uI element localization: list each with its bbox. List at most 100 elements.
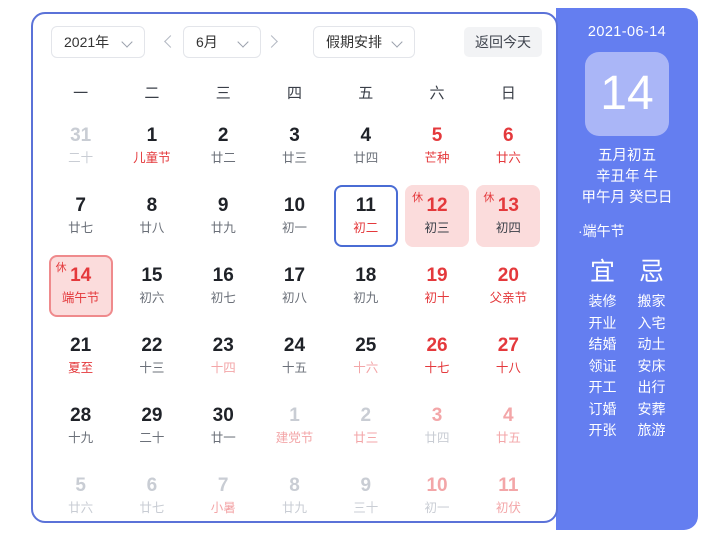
calendar-app: 2021-06-14 14 五月初五 辛丑年 牛 甲午月 癸巳日 ·端午节 宜 … <box>0 0 706 544</box>
detail-day-number: 14 <box>600 67 654 120</box>
day-cell[interactable]: 8 廿九 <box>262 465 326 527</box>
day-number: 20 <box>497 265 519 286</box>
yi-item: 结婚 <box>588 336 617 352</box>
day-cell[interactable]: 7 廿七 <box>49 185 113 247</box>
day-lunar-label: 廿六 <box>495 151 521 165</box>
day-number: 14 <box>70 265 92 286</box>
ji-item: 动土 <box>637 336 666 352</box>
day-cell[interactable]: 3 廿四 <box>405 395 469 457</box>
day-lunar-label: 儿童节 <box>133 151 171 165</box>
day-cell[interactable]: 26 十七 <box>405 325 469 387</box>
day-lunar-label: 廿三 <box>353 431 379 445</box>
detail-day-box: 14 <box>585 52 669 136</box>
day-lunar-label: 廿四 <box>353 151 379 165</box>
day-cell[interactable]: 1 建党节 <box>262 395 326 457</box>
day-cell[interactable]: 31 二十 <box>49 115 113 177</box>
day-cell[interactable]: 5 芒种 <box>405 115 469 177</box>
prev-month-button[interactable] <box>157 27 183 57</box>
day-cell[interactable]: 29 二十 <box>120 395 184 457</box>
day-lunar-label: 初七 <box>210 291 236 305</box>
day-cell[interactable]: 24 十五 <box>262 325 326 387</box>
day-cell[interactable]: 1 儿童节 <box>120 115 184 177</box>
day-cell[interactable]: 25 十六 <box>334 325 398 387</box>
rest-day-badge: 休 <box>55 262 67 274</box>
yi-item: 领证 <box>588 357 617 374</box>
day-cell[interactable]: 27 十八 <box>476 325 540 387</box>
day-number: 15 <box>141 265 163 286</box>
back-to-today-button[interactable]: 返回今天 <box>464 27 542 57</box>
detail-lunar-date: 五月初五 <box>598 148 656 164</box>
day-cell[interactable]: 3 廿三 <box>262 115 326 177</box>
day-cell[interactable]: 17 初八 <box>262 255 326 317</box>
day-cell[interactable]: 19 初十 <box>405 255 469 317</box>
day-cell[interactable]: 15 初六 <box>120 255 184 317</box>
day-lunar-label: 初八 <box>281 291 307 305</box>
day-cell[interactable]: 6 廿七 <box>120 465 184 527</box>
day-cell[interactable]: 18 初九 <box>334 255 398 317</box>
chevron-down-icon <box>238 36 251 49</box>
day-cell[interactable]: 2 廿二 <box>191 115 255 177</box>
day-lunar-label: 初十 <box>424 291 450 305</box>
day-lunar-label: 十五 <box>281 361 307 375</box>
day-lunar-label: 十六 <box>353 361 379 375</box>
rest-day-badge: 休 <box>412 192 424 204</box>
day-cell[interactable]: 22 十三 <box>120 325 184 387</box>
next-month-button[interactable] <box>261 27 287 57</box>
day-cell[interactable]: 4 廿四 <box>334 115 398 177</box>
chevron-down-icon <box>392 36 405 49</box>
day-number: 11 <box>355 195 376 216</box>
day-lunar-label: 初九 <box>353 291 379 305</box>
day-cell[interactable]: 2 廿三 <box>334 395 398 457</box>
ji-item: 入宅 <box>637 314 666 331</box>
day-number: 24 <box>283 335 306 356</box>
day-cell[interactable]: 休 13 初四 <box>476 185 541 247</box>
holiday-plan-select[interactable]: 假期安排 <box>313 26 415 58</box>
day-cell[interactable]: 23 十四 <box>191 325 255 387</box>
day-cell[interactable]: 28 十九 <box>49 395 113 457</box>
month-select[interactable]: 6月 <box>183 26 261 58</box>
holiday-plan-label: 假期安排 <box>326 34 382 50</box>
chevron-down-icon <box>122 36 135 49</box>
day-lunar-label: 三十 <box>353 501 379 515</box>
weekday-label: 二 <box>144 85 160 102</box>
day-number: 21 <box>70 335 92 356</box>
day-number: 17 <box>283 265 306 286</box>
day-cell[interactable]: 6 廿六 <box>476 115 540 177</box>
day-number: 31 <box>70 125 92 146</box>
day-lunar-label: 十八 <box>495 361 521 375</box>
day-cell[interactable]: 休 12 初三 <box>405 185 470 247</box>
day-cell[interactable]: 10 初一 <box>262 185 326 247</box>
day-lunar-label: 廿五 <box>495 431 521 445</box>
weekday-label: 三 <box>215 85 231 102</box>
day-number: 9 <box>360 475 372 496</box>
day-lunar-label: 初一 <box>424 501 450 515</box>
day-cell[interactable]: 8 廿八 <box>120 185 184 247</box>
year-select[interactable]: 2021年 <box>51 26 145 58</box>
day-lunar-label: 初二 <box>353 221 379 235</box>
day-number: 9 <box>217 195 229 216</box>
day-lunar-label: 初三 <box>424 221 450 235</box>
day-cell[interactable]: 16 初七 <box>191 255 255 317</box>
day-cell[interactable]: 30 廿一 <box>191 395 255 457</box>
day-cell[interactable]: 21 夏至 <box>49 325 113 387</box>
day-cell[interactable]: 9 三十 <box>334 465 398 527</box>
day-lunar-label: 十九 <box>68 431 94 445</box>
day-cell[interactable]: 5 廿六 <box>49 465 113 527</box>
day-lunar-label: 廿三 <box>281 151 307 165</box>
day-cell[interactable]: 11 初二 <box>333 185 398 247</box>
day-lunar-label: 廿九 <box>210 221 236 235</box>
month-select-label: 6月 <box>196 34 218 50</box>
day-number: 12 <box>426 195 448 216</box>
day-lunar-label: 小暑 <box>210 501 236 515</box>
day-grid: 31 二十 1 儿童节 2 廿二 3 廿三 4 廿四 5 芒种 6 廿六 7 廿七 8 廿八 9 廿九 10 初一 11 初二… <box>33 111 556 531</box>
day-cell[interactable]: 20 父亲节 <box>476 255 540 317</box>
day-cell[interactable]: 11 初伏 <box>476 465 540 527</box>
ji-item: 安床 <box>637 357 666 374</box>
day-cell[interactable]: 休 14 端午节 <box>48 255 113 317</box>
day-cell[interactable]: 7 小暑 <box>191 465 255 527</box>
day-cell[interactable]: 4 廿五 <box>476 395 540 457</box>
day-cell[interactable]: 9 廿九 <box>191 185 255 247</box>
day-lunar-label: 廿八 <box>139 221 165 235</box>
detail-ganzhi-month-day: 甲午月 癸巳日 <box>581 190 673 206</box>
day-cell[interactable]: 10 初一 <box>405 465 469 527</box>
